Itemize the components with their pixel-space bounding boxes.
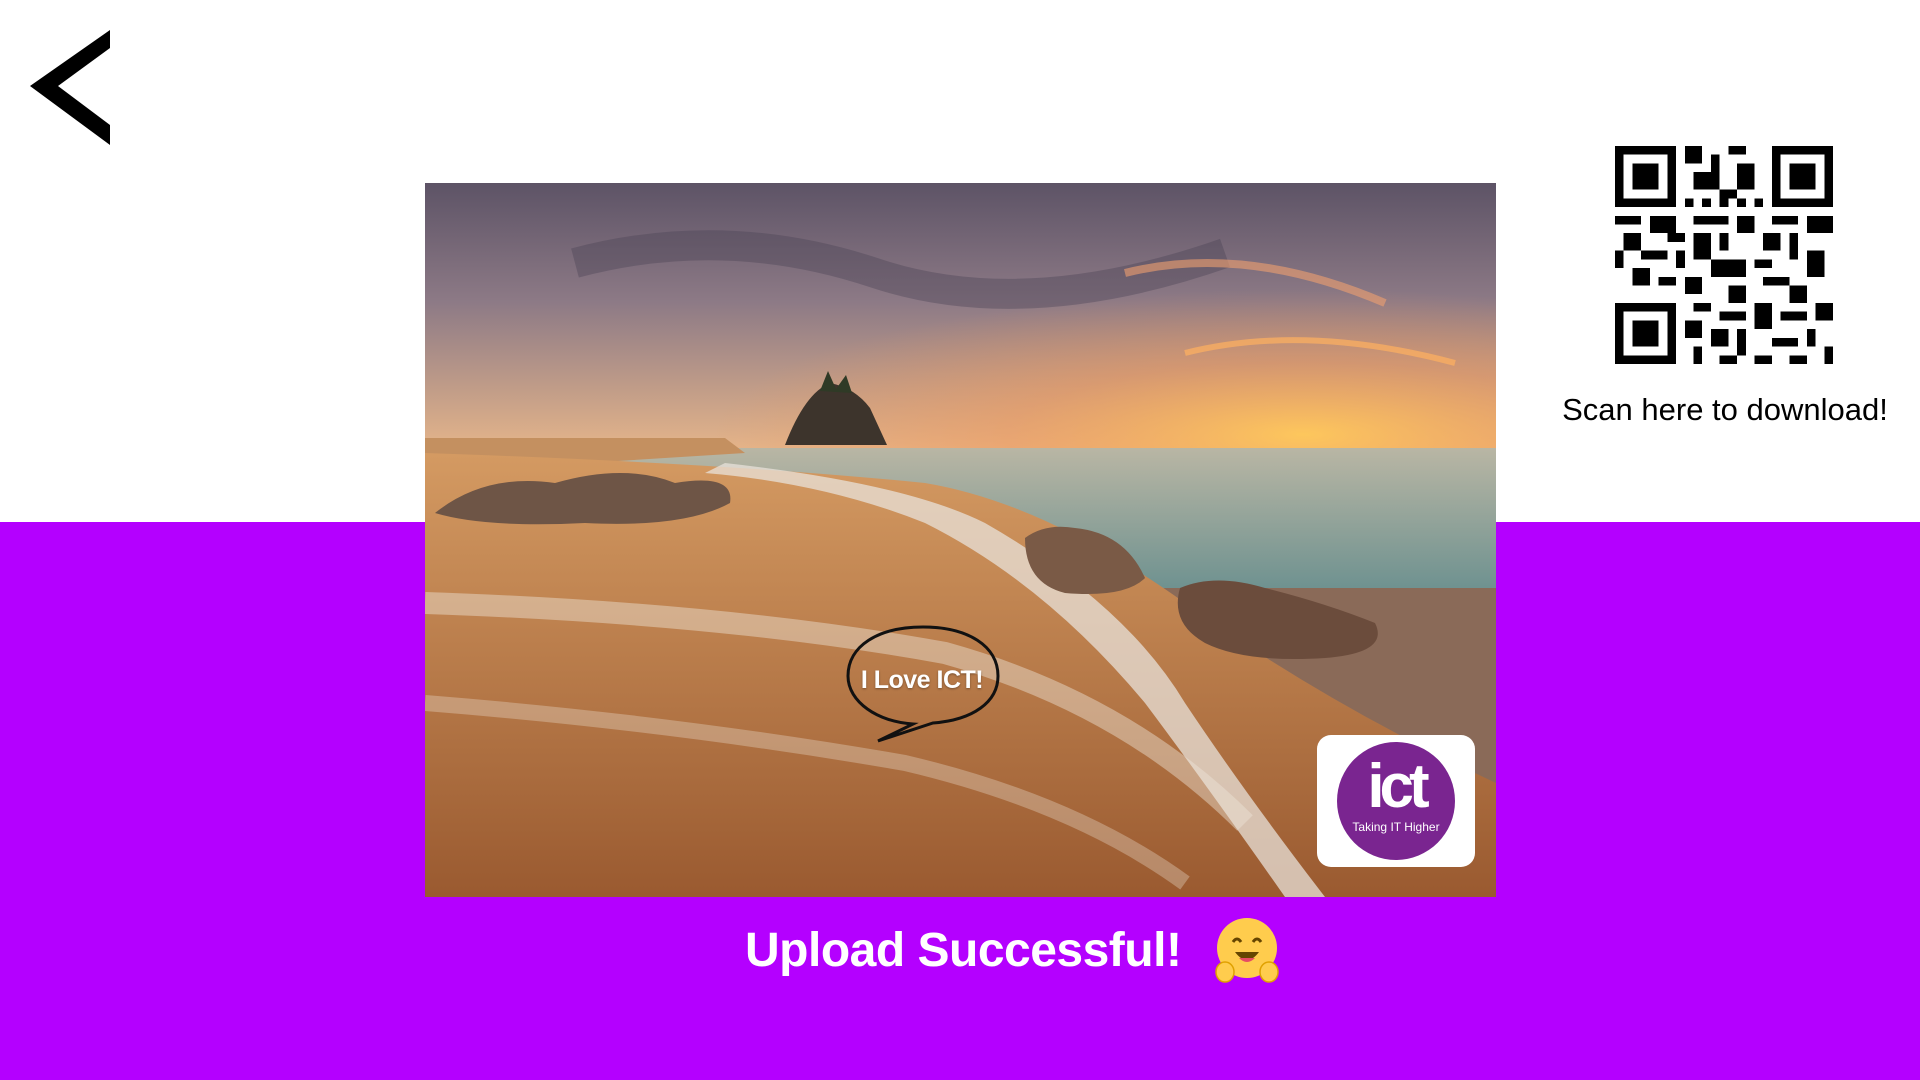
ict-logo-text: ict: [1367, 752, 1429, 821]
ict-logo-circle: ict Taking IT Higher: [1337, 742, 1455, 860]
speech-bubble-text: I Love ICT!: [860, 666, 984, 694]
ict-logo: ict Taking IT Higher: [1317, 735, 1475, 867]
upload-status: Upload Successful!: [745, 915, 1283, 985]
ict-logo-tagline: Taking IT Higher: [1352, 820, 1440, 834]
qr-caption: Scan here to download!: [1562, 392, 1888, 427]
upload-success-message: Upload Successful!: [745, 923, 1182, 977]
hugging-face-icon: [1215, 918, 1280, 983]
download-qr-code[interactable]: [1615, 146, 1833, 364]
chevron-left-icon: [30, 30, 110, 145]
back-button[interactable]: [30, 30, 120, 145]
